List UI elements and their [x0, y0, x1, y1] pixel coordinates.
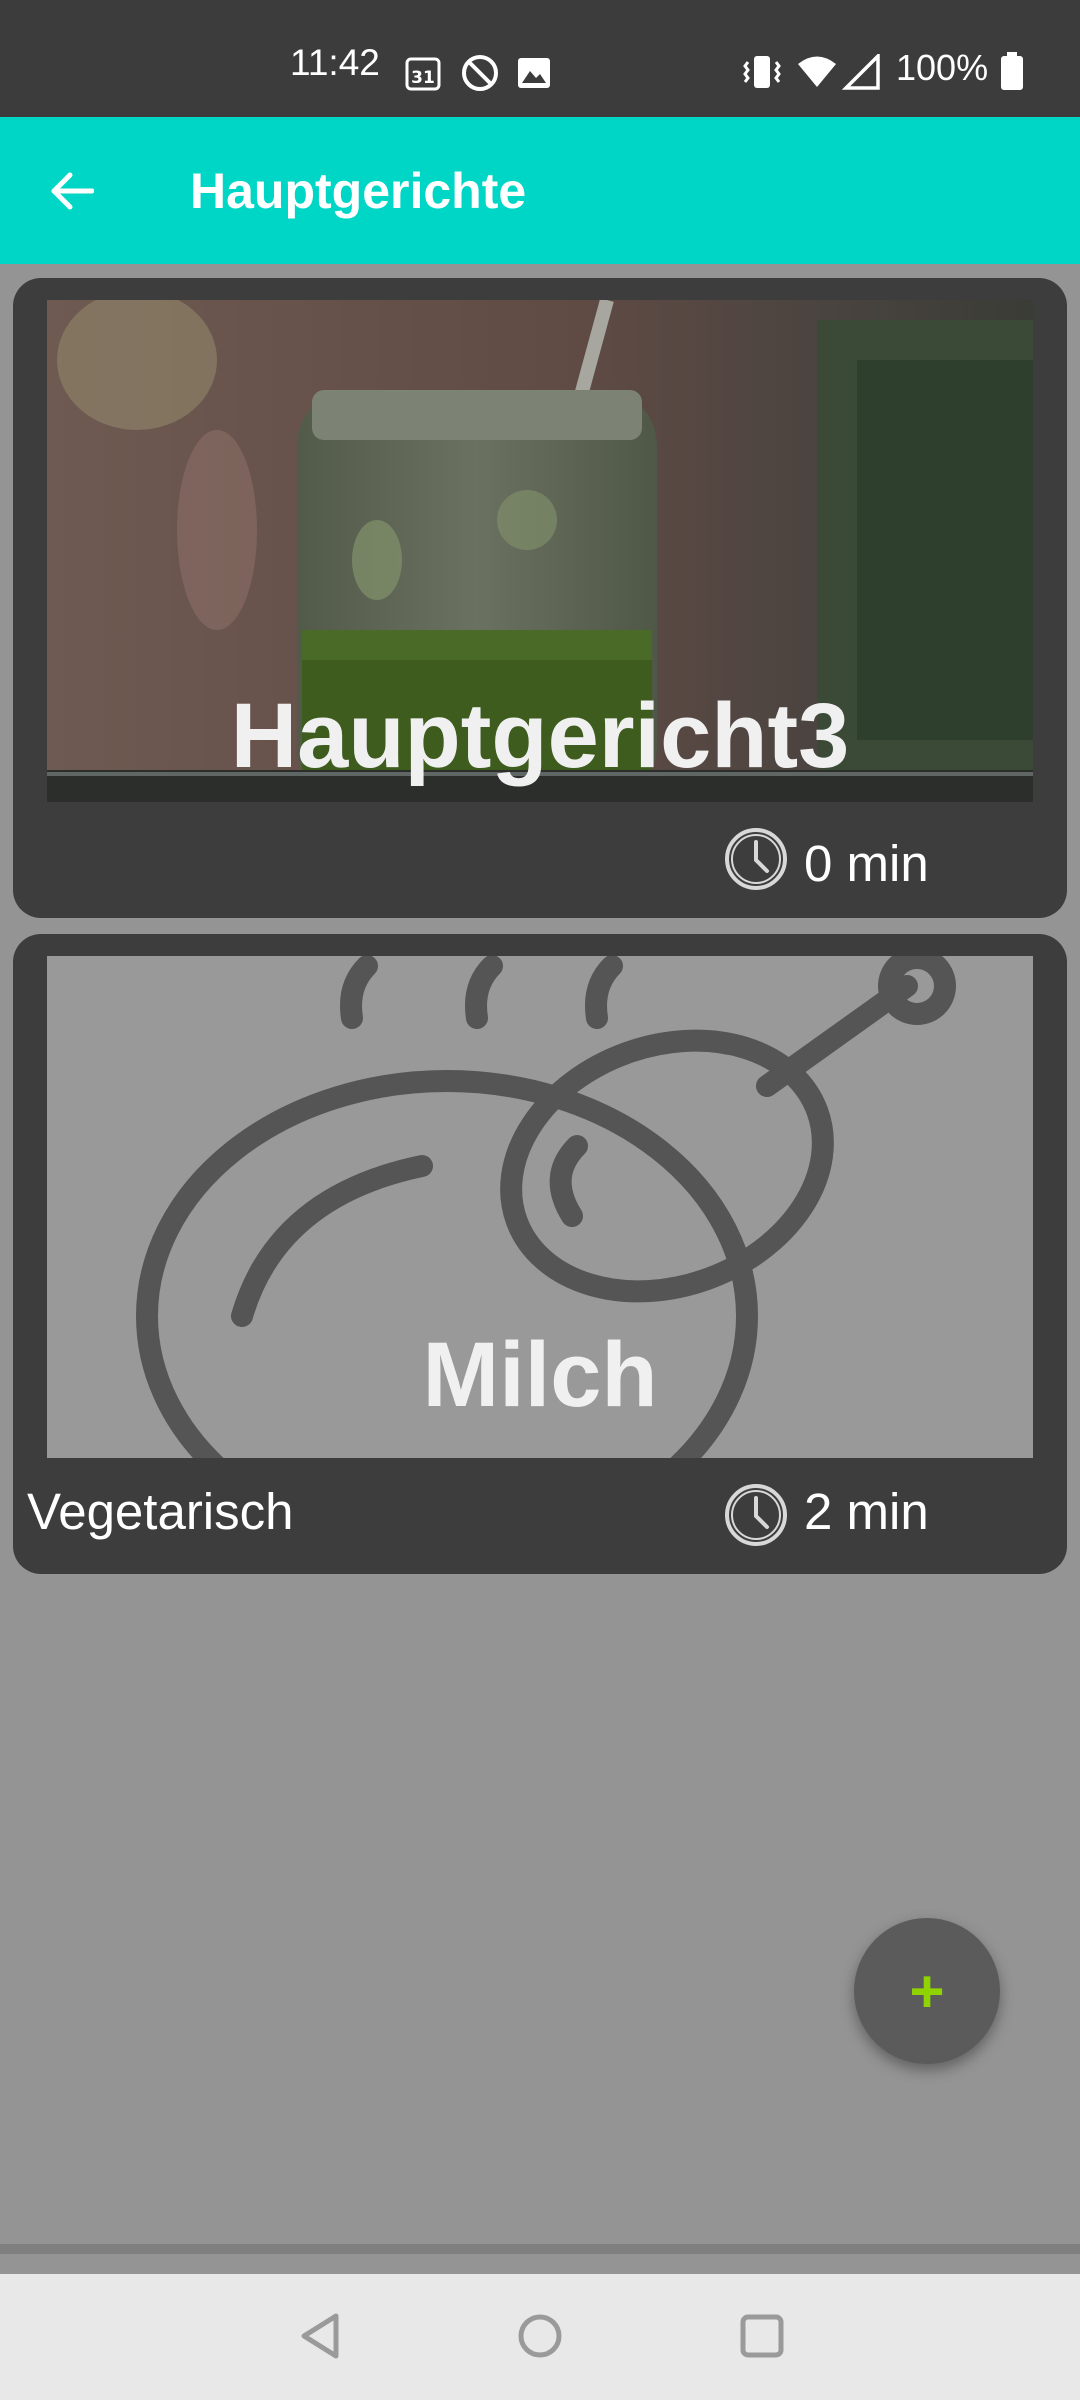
recipe-card[interactable]: Milch Vegetarisch 2 min	[13, 934, 1067, 1574]
recipe-category: Vegetarisch	[27, 1483, 294, 1540]
battery-icon	[1000, 52, 1024, 95]
recipe-time: 2 min	[804, 1483, 929, 1540]
status-bar: 11:42 31 100%	[0, 0, 1080, 117]
home-circle-icon	[516, 2312, 564, 2365]
app-bar: Hauptgerichte	[0, 117, 1080, 264]
wifi-icon	[796, 55, 838, 94]
vibrate-icon	[742, 54, 782, 95]
system-nav-bar	[0, 2274, 1080, 2400]
image-icon	[516, 56, 552, 95]
back-triangle-icon	[298, 2312, 342, 2365]
recipe-time: 0 min	[804, 835, 929, 892]
svg-text:31: 31	[411, 68, 435, 88]
signal-icon	[841, 51, 880, 95]
clock-icon	[723, 826, 789, 897]
arrow-back-icon	[50, 171, 95, 216]
clock-icon	[723, 1482, 789, 1553]
back-button[interactable]	[36, 157, 108, 229]
calendar-icon: 31	[404, 54, 442, 97]
nav-back-button[interactable]	[288, 2306, 352, 2370]
nav-recents-button[interactable]	[730, 2306, 794, 2370]
battery-percentage: 100%	[896, 47, 989, 88]
add-recipe-button[interactable]: +	[854, 1918, 1000, 2064]
recipe-card[interactable]: Hauptgericht3 0 min	[13, 278, 1067, 918]
recents-square-icon	[739, 2313, 785, 2364]
recipe-title: Hauptgericht3	[230, 685, 850, 787]
status-time: 11:42	[290, 42, 380, 83]
do-not-disturb-icon	[460, 53, 500, 98]
page-title: Hauptgerichte	[190, 163, 527, 219]
nav-home-button[interactable]	[508, 2306, 572, 2370]
recipe-title: Milch	[422, 1324, 658, 1426]
add-icon: +	[909, 1957, 945, 2025]
divider	[0, 2244, 1080, 2254]
